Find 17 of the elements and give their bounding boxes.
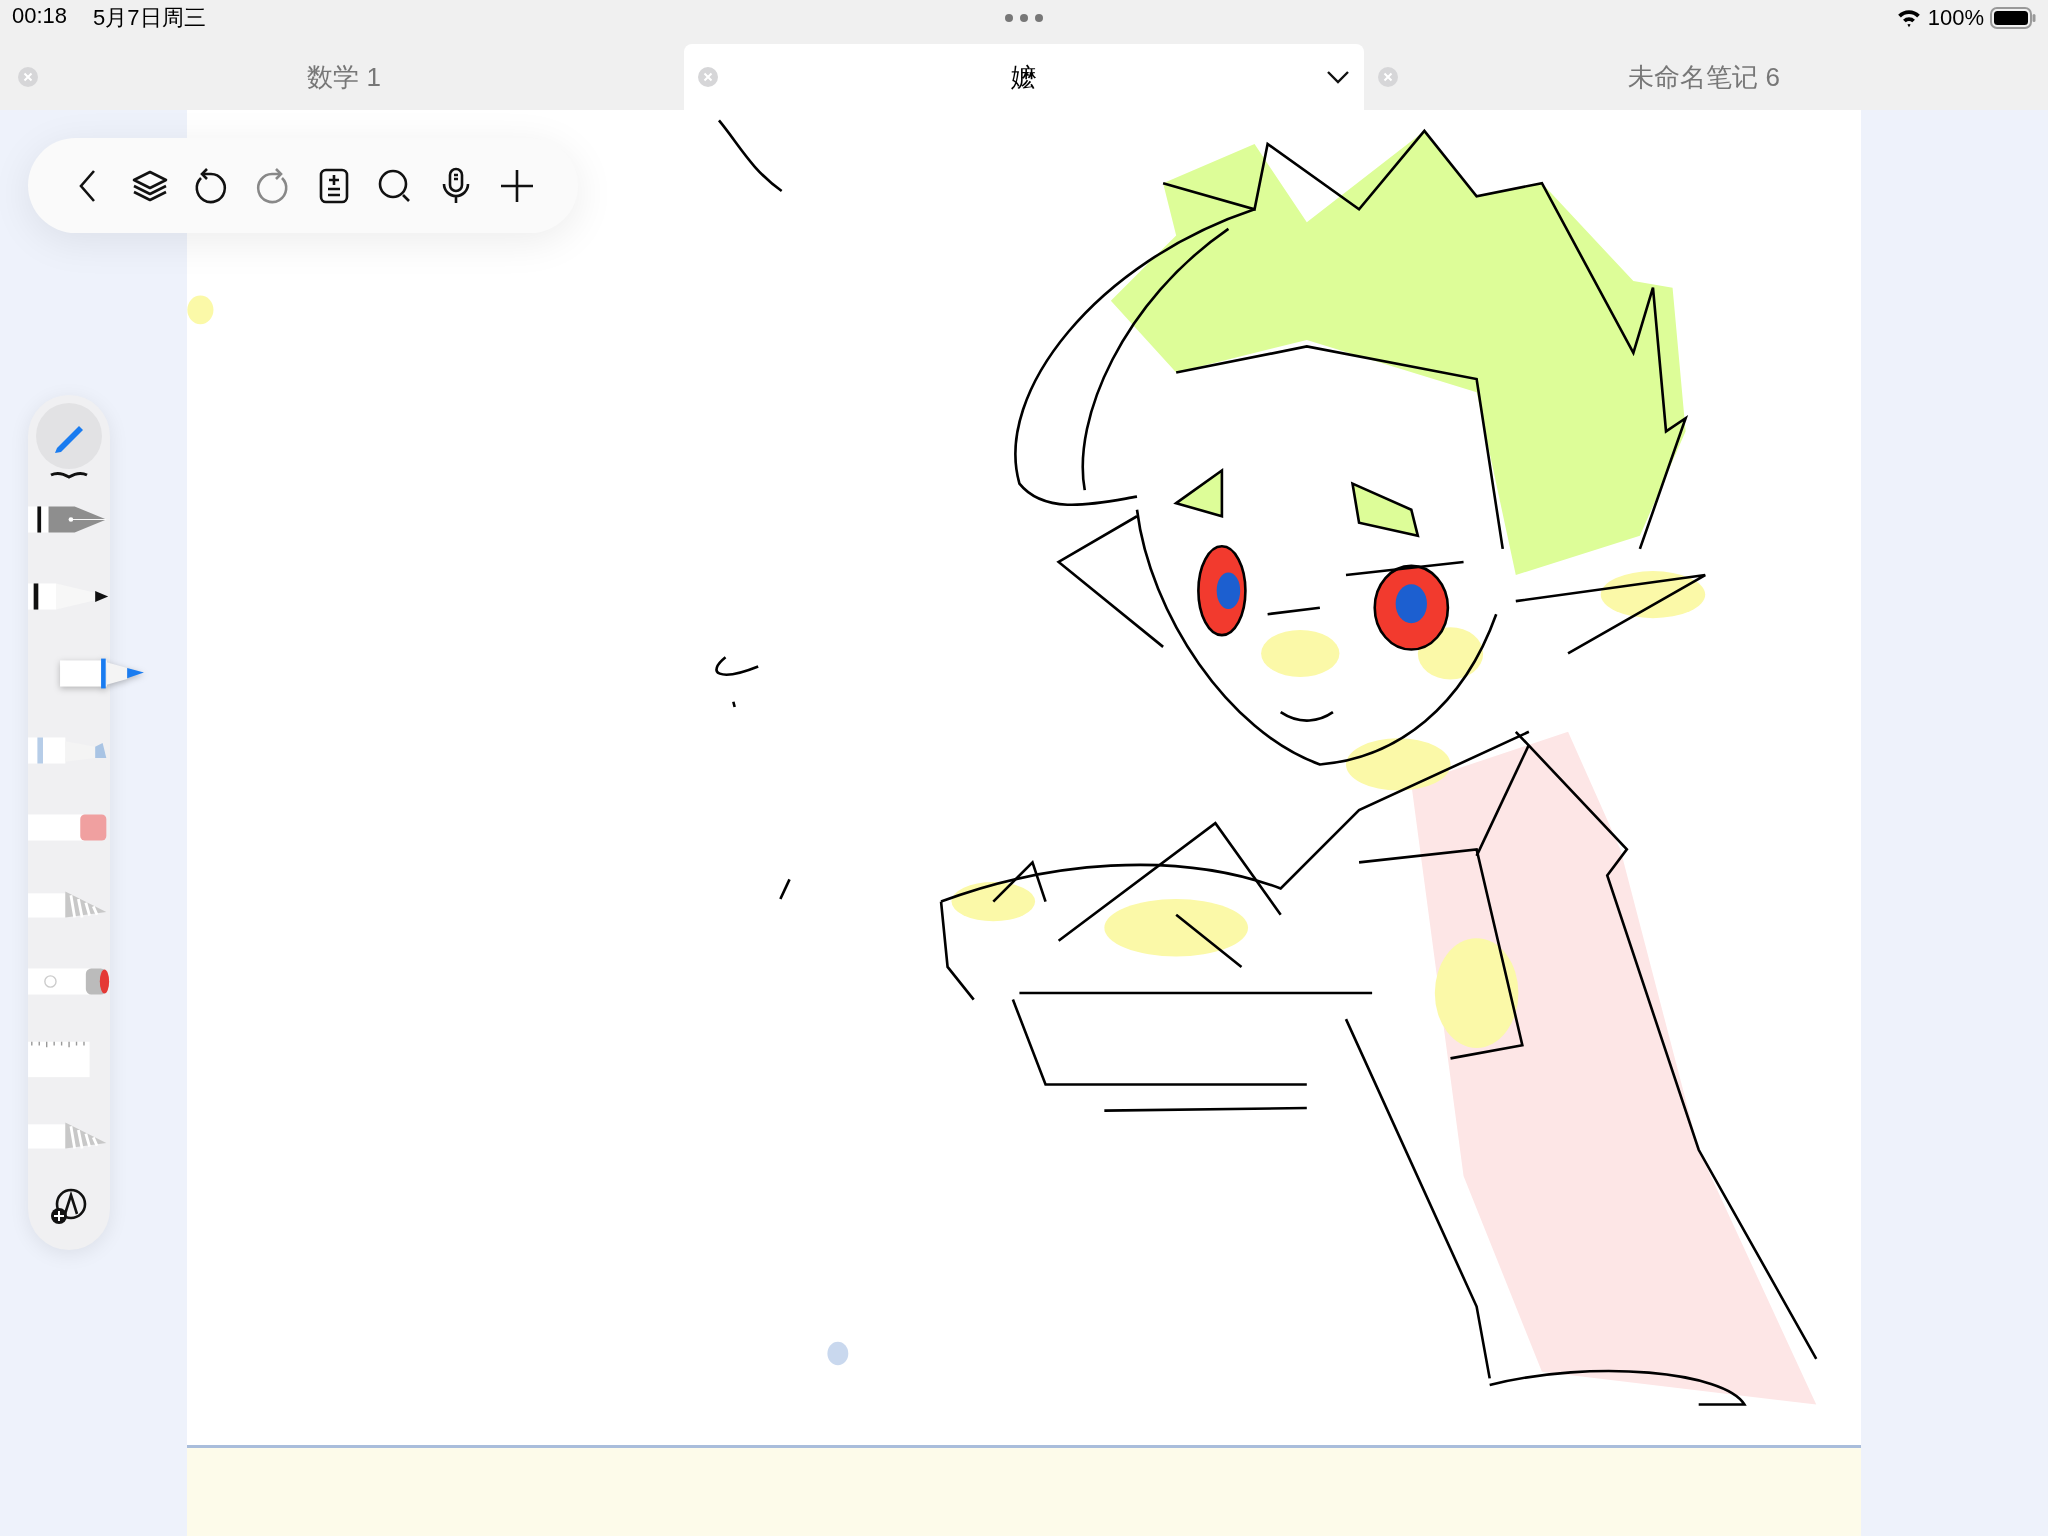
pen-stroke (715, 656, 760, 709)
note-tab[interactable]: 未命名笔记 6 (1364, 44, 2044, 110)
note-tab[interactable]: 嬷 (684, 44, 1364, 110)
ink-dot (187, 295, 214, 325)
battery-percent: 100% (1927, 5, 1984, 31)
multitasking-dots-icon[interactable] (1004, 13, 1044, 23)
wifi-icon (1895, 8, 1922, 28)
chevron-down-icon[interactable] (1326, 70, 1350, 84)
ink-dot (827, 1341, 849, 1366)
status-date: 5月7日周三 (93, 4, 206, 32)
pencil-mode-button[interactable] (36, 403, 102, 469)
note-tab[interactable]: 数学 1 (4, 44, 684, 110)
add-tool-icon[interactable] (49, 1186, 89, 1226)
stroke-width-icon[interactable] (49, 471, 89, 481)
battery-icon (1990, 7, 2036, 29)
pen-stroke (779, 878, 791, 900)
status-time: 00:18 (12, 3, 68, 30)
